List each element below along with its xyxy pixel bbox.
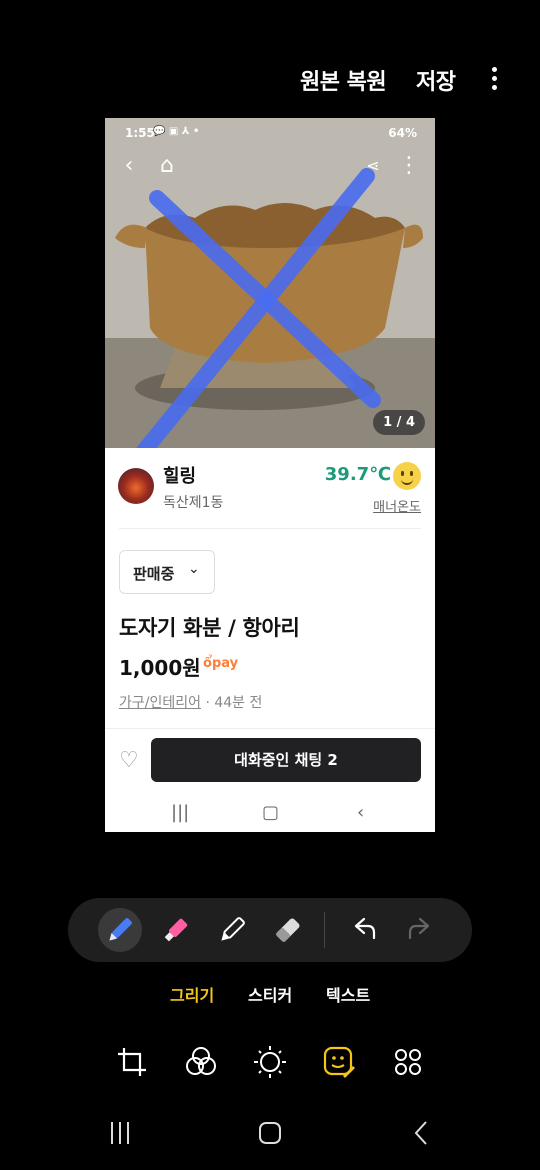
more-tools-icon[interactable] (386, 1040, 430, 1084)
highlighter-icon (164, 918, 188, 942)
edit-mode-tabs: 그리기 스티커 텍스트 (0, 982, 540, 1012)
chevron-down-icon: ⌄ (188, 561, 200, 577)
posted-time: · 44분 전 (205, 695, 263, 711)
back-icon[interactable] (412, 1118, 432, 1152)
seller-profile[interactable]: 힐링 독산제1동 39.7℃ 매너온도 (105, 448, 435, 528)
brightness-icon[interactable] (248, 1040, 292, 1084)
manner-temperature-link[interactable]: 매너온도 (373, 496, 421, 515)
eraser-icon (276, 918, 300, 942)
item-price: 1,000원 (119, 656, 201, 680)
edit-category-bar (0, 1040, 540, 1090)
more-icon[interactable]: ⋮ (397, 154, 421, 178)
home-icon[interactable]: ⌂ (155, 154, 179, 178)
back-icon[interactable]: ‹ (357, 802, 364, 823)
item-title: 도자기 화분 / 항아리 (119, 616, 300, 640)
product-photo[interactable]: 1:55 💬 ▣ ⅄ • 64% ‹ ⌂ ⋖ ⋮ 1 / 4 (105, 118, 435, 448)
phone-status-bar: 1:55 💬 ▣ ⅄ • 64% (105, 118, 435, 146)
pen-icon (109, 918, 132, 941)
system-navigation-bar (0, 1112, 540, 1162)
seller-location: 독산제1동 (163, 495, 224, 511)
back-arrow-icon[interactable]: ‹ (117, 154, 141, 178)
recent-apps-icon[interactable]: ||| (171, 802, 189, 823)
seller-name: 힐링 (163, 466, 197, 487)
category-link[interactable]: 가구/인테리어 (119, 695, 201, 711)
pencil-icon (221, 917, 245, 941)
heart-icon[interactable]: ♡ (119, 748, 139, 773)
photo-counter: 1 / 4 (373, 410, 425, 435)
undo-button[interactable] (342, 908, 386, 952)
save-button[interactable]: 저장 (416, 64, 456, 96)
highlighter-tool[interactable] (154, 908, 198, 952)
pen-tool[interactable] (98, 908, 142, 952)
status-time: 1:55 (125, 126, 155, 140)
status-battery: 64% (388, 126, 417, 140)
eraser-tool[interactable] (266, 908, 310, 952)
edited-screenshot[interactable]: 1:55 💬 ▣ ⅄ • 64% ‹ ⌂ ⋖ ⋮ 1 / 4 힐링 독산제1동 … (105, 118, 435, 832)
editor-top-bar: 원본 복원 저장 (0, 50, 540, 110)
chat-button[interactable]: 대화중인 채팅 2 (151, 738, 421, 782)
filter-icon[interactable] (179, 1040, 223, 1084)
avatar[interactable] (118, 468, 154, 504)
phone-nav-bar: ||| ▢ ‹ (105, 794, 435, 832)
tab-text[interactable]: 텍스트 (326, 982, 370, 1006)
divider (105, 728, 435, 729)
sale-status-label: 판매중 (133, 565, 175, 583)
carrot-icon: ổ (203, 656, 212, 671)
tab-sticker[interactable]: 스티커 (248, 982, 292, 1006)
drawing-tool-strip (68, 898, 472, 962)
more-vertical-icon[interactable] (484, 64, 504, 94)
redo-icon (408, 917, 430, 940)
crop-icon[interactable] (110, 1040, 154, 1084)
sale-status-dropdown[interactable]: 판매중 ⌄ (119, 550, 215, 594)
decorate-icon[interactable] (317, 1040, 361, 1084)
share-icon[interactable]: ⋖ (361, 154, 385, 178)
pay-badge: ổpay (203, 656, 238, 671)
divider (119, 528, 421, 529)
home-button-icon[interactable]: ▢ (262, 802, 279, 823)
tab-draw[interactable]: 그리기 (170, 982, 214, 1006)
manner-temperature: 39.7℃ (324, 464, 391, 485)
recent-apps-icon[interactable] (108, 1118, 132, 1152)
undo-icon (354, 917, 376, 940)
smile-face-icon (393, 462, 421, 490)
divider (324, 912, 325, 948)
status-notification-icons: 💬 ▣ ⅄ • (153, 126, 200, 137)
home-button-icon[interactable] (258, 1118, 284, 1152)
item-meta: 가구/인테리어 · 44분 전 (119, 692, 262, 712)
pay-label: pay (211, 656, 239, 671)
redo-button[interactable] (398, 908, 442, 952)
restore-original-button[interactable]: 원본 복원 (300, 64, 387, 96)
pencil-tool[interactable] (210, 908, 254, 952)
